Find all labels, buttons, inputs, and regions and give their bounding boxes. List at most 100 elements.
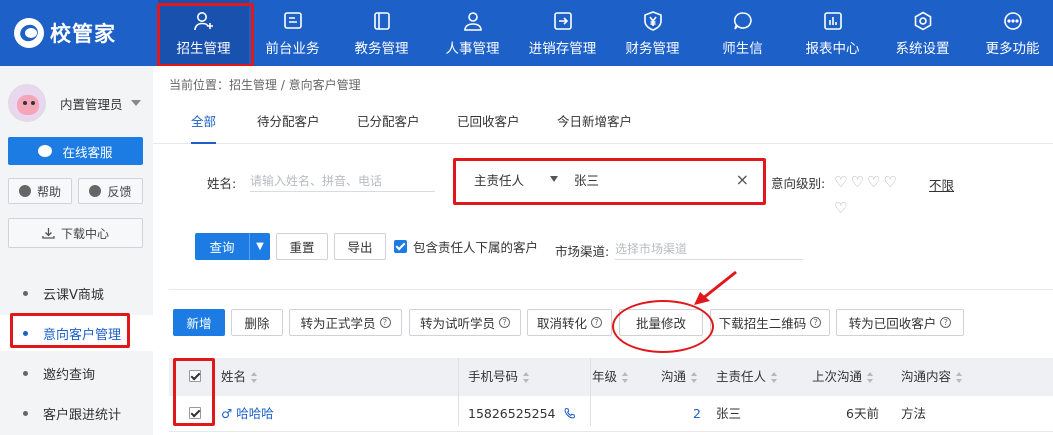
nav-item-hr[interactable]: 人事管理 [427,0,518,66]
column-header-grade[interactable]: 年级 [592,358,629,396]
chevron-down-icon [130,100,141,106]
sort-icon[interactable] [523,372,530,383]
feedback-button[interactable]: 反馈 [78,178,143,204]
column-label: 沟通 [661,369,687,384]
sort-icon[interactable] [691,372,698,383]
phone-number: 15826525254 [468,406,556,421]
owner-filter[interactable]: 主责任人 张三 × [456,161,761,197]
sidebar-item-intent-customers[interactable]: 意向客户管理 [0,315,153,351]
row-checkbox[interactable] [189,407,201,421]
query-button[interactable]: 查询 ▼ [195,233,270,260]
column-header-phone[interactable]: 手机号码 [468,358,530,396]
convert-recycled-button[interactable]: 转为已回收客户? [836,309,964,336]
column-label: 年级 [592,369,618,384]
bullet-icon [23,290,28,296]
owner-cell: 张三 [716,406,742,421]
sort-icon[interactable] [956,372,963,383]
app-name: 校管家 [50,22,116,46]
dropdown-arrow-icon[interactable] [550,176,558,182]
monitor-icon [282,11,304,31]
help-icon: ? [940,317,952,328]
nav-item-enrollment[interactable]: 招生管理 [158,0,249,66]
sort-icon[interactable] [622,372,629,383]
tab-all[interactable]: 全部 [191,102,217,144]
sidebar-item-vshop[interactable]: 云课V商城 [0,275,153,311]
reset-button[interactable]: 重置 [276,233,328,260]
phone-call-icon[interactable] [564,407,576,419]
tab-today-new[interactable]: 今日新增客户 [557,102,632,144]
convert-recycled-label: 转为已回收客户 [848,316,937,331]
convert-formal-button[interactable]: 转为正式学员? [289,309,402,336]
include-subordinates-label: 包含责任人下属的客户 [413,240,539,255]
chevron-down-icon[interactable]: ▼ [249,233,270,260]
user-profile[interactable]: 内置管理员 [8,84,141,122]
nav-item-settings[interactable]: 系统设置 [877,0,968,66]
column-header-last-contact[interactable]: 上次沟通 [812,358,874,396]
intent-level-hearts[interactable]: ♡♡♡♡ [834,173,900,191]
nav-item-academic[interactable]: 教务管理 [336,0,427,66]
add-button[interactable]: 新增 [173,309,225,336]
content-cell: 方法 [901,406,927,421]
clear-icon[interactable]: × [736,170,749,189]
table-header: 姓名 手机号码 年级 沟通 主责任人 上次沟通 沟通内容 [169,358,1053,396]
convert-formal-label: 转为正式学员 [300,316,376,331]
delete-button[interactable]: 删除 [231,309,283,336]
checkbox-icon [189,407,201,419]
select-all-checkbox[interactable] [189,370,201,384]
include-subordinates-checkbox[interactable] [394,240,407,253]
download-qrcode-button[interactable]: 下载招生二维码? [710,309,830,336]
download-qrcode-label: 下载招生二维码 [718,316,807,331]
sidebar-item-invitation-query[interactable]: 邀约查询 [0,355,153,391]
feedback-icon [89,185,102,197]
sort-icon[interactable] [867,372,874,383]
nav-item-front-desk[interactable]: 前台业务 [247,0,338,66]
communications-count[interactable]: 2 [693,396,701,432]
column-header-owner[interactable]: 主责任人 [716,358,778,396]
checkbox-icon [189,370,201,382]
bullet-icon [23,330,28,336]
person-icon [462,11,484,31]
male-icon: ♂ [221,406,233,421]
download-center-label: 下载中心 [60,226,109,241]
sort-icon[interactable] [771,372,778,383]
download-center-button[interactable]: 下载中心 [8,218,143,248]
intent-unlimited-link[interactable]: 不限 [929,175,954,194]
tab-recycled[interactable]: 已回收客户 [457,102,520,144]
batch-edit-button[interactable]: 批量修改 [619,309,703,336]
column-header-name[interactable]: 姓名 [221,358,258,396]
nav-label: 系统设置 [895,41,950,57]
help-icon [18,185,31,197]
sidebar-item-label: 客户跟进统计 [43,407,122,423]
student-name-cell[interactable]: ♂ 哈哈哈 [221,396,274,432]
cancel-conversion-label: 取消转化 [536,316,587,331]
heart-icon[interactable]: ♡ [834,199,847,217]
include-subordinates-option[interactable]: 包含责任人下属的客户 [394,237,538,256]
nav-item-inventory[interactable]: 进销存管理 [517,0,608,66]
nav-item-finance[interactable]: 财务管理 [607,0,698,66]
column-header-content[interactable]: 沟通内容 [901,358,963,396]
online-service-button[interactable]: 在线客服 [8,137,143,165]
column-header-communications[interactable]: 沟通 [661,358,698,396]
student-name-link[interactable]: 哈哈哈 [236,406,274,421]
sort-icon[interactable] [251,372,258,383]
help-label: 帮助 [36,184,61,199]
nav-label: 人事管理 [445,41,500,57]
help-button[interactable]: 帮助 [8,178,72,204]
last-contact-cell: 6天前 [846,406,879,421]
tab-unassigned[interactable]: 待分配客户 [257,102,320,144]
convert-trial-button[interactable]: 转为试听学员? [409,309,521,336]
nav-item-reports[interactable]: 报表中心 [787,0,878,66]
tab-assigned[interactable]: 已分配客户 [357,102,420,144]
yen-shield-icon [642,11,664,31]
name-search-input[interactable]: 请输入姓名、拼音、电话 [250,170,435,192]
nav-item-messages[interactable]: 师生信 [697,0,788,66]
export-button[interactable]: 导出 [334,233,386,260]
table-row[interactable]: ♂ 哈哈哈 15826525254 2 张三 6天前 方法 [169,396,1053,432]
nav-item-more[interactable]: 更多功能 [967,0,1053,66]
column-label: 沟通内容 [901,369,952,384]
nav-label: 财务管理 [625,41,680,57]
cancel-conversion-button[interactable]: 取消转化? [527,309,612,336]
sidebar-item-followup-stats[interactable]: 客户跟进统计 [0,395,153,431]
channel-select[interactable]: 选择市场渠道 [615,238,803,260]
app-logo[interactable]: 校管家 [14,16,116,50]
